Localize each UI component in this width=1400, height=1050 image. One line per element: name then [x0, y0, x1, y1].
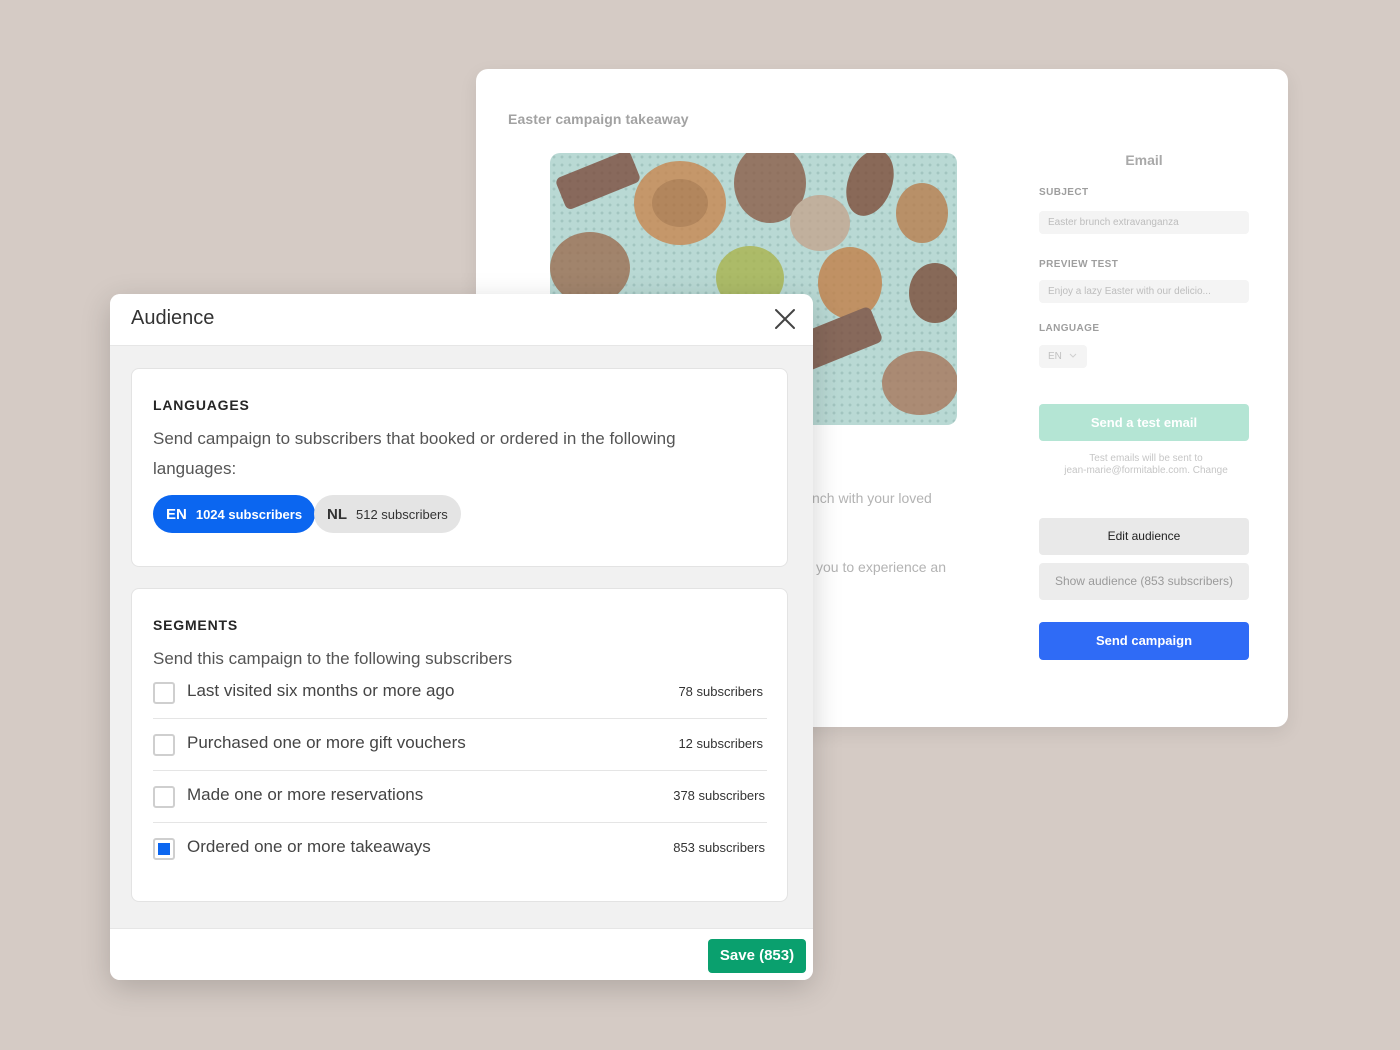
segment-row[interactable]: Purchased one or more gift vouchers 12 s…	[153, 719, 767, 771]
segment-count: 12 subscribers	[678, 736, 763, 751]
modal-footer: Save (853)	[110, 928, 813, 980]
email-body-line-2: you to experience an	[816, 559, 946, 575]
languages-heading: LANGUAGES	[153, 397, 250, 413]
close-icon	[775, 309, 795, 329]
subject-label: SUBJECT	[1039, 187, 1089, 198]
languages-panel: LANGUAGES Send campaign to subscribers t…	[131, 368, 788, 567]
segments-panel: SEGMENTS Send this campaign to the follo…	[131, 588, 788, 902]
language-pill-nl[interactable]: NL 512 subscribers	[314, 495, 461, 533]
segment-checkbox[interactable]	[153, 734, 175, 756]
save-button[interactable]: Save (853)	[708, 939, 806, 973]
segment-count: 853 subscribers	[673, 840, 765, 855]
segment-checkbox[interactable]	[153, 786, 175, 808]
segment-count: 78 subscribers	[678, 684, 763, 699]
language-count: 1024 subscribers	[195, 506, 303, 522]
segments-heading: SEGMENTS	[153, 617, 238, 633]
edit-audience-button[interactable]: Edit audience	[1039, 518, 1249, 555]
modal-title: Audience	[131, 307, 215, 329]
segment-label: Purchased one or more gift vouchers	[187, 733, 466, 752]
language-code: EN	[166, 505, 187, 523]
stage: Easter campaign takeaway nch with your l…	[0, 0, 1400, 1050]
segment-label: Ordered one or more takeaways	[187, 837, 431, 856]
segment-checkbox[interactable]	[153, 682, 175, 704]
language-label: LANGUAGE	[1039, 323, 1100, 334]
languages-description: Send campaign to subscribers that booked…	[153, 429, 676, 478]
test-note-line-2: jean-marie@formitable.com. Change	[1064, 465, 1228, 476]
email-heading: Email	[1125, 152, 1163, 168]
campaign-title: Easter campaign takeaway	[508, 111, 689, 127]
chevron-down-icon	[1069, 354, 1077, 359]
segment-label: Last visited six months or more ago	[187, 681, 455, 700]
send-test-email-button[interactable]: Send a test email	[1039, 404, 1249, 441]
preview-text-label: PREVIEW TEST	[1039, 259, 1119, 270]
show-audience-button[interactable]: Show audience (853 subscribers)	[1039, 563, 1249, 600]
send-campaign-button[interactable]: Send campaign	[1039, 622, 1249, 660]
close-button[interactable]	[774, 308, 796, 330]
segment-checkbox-checked[interactable]	[153, 838, 175, 860]
email-body-line-1: nch with your loved	[812, 490, 932, 506]
segment-label: Made one or more reservations	[187, 785, 424, 804]
preview-text-field[interactable]: Enjoy a lazy Easter with our delicio...	[1039, 280, 1249, 303]
audience-modal: Audience LANGUAGES Send campaign to subs…	[110, 294, 813, 980]
segment-row[interactable]: Last visited six months or more ago 78 s…	[153, 667, 767, 719]
test-email-note: Test emails will be sent to jean-marie@f…	[1039, 453, 1253, 477]
subject-field[interactable]: Easter brunch extravanganza	[1039, 211, 1249, 234]
language-count: 512 subscribers	[356, 506, 448, 522]
test-note-line-1: Test emails will be sent to	[1089, 453, 1203, 464]
segment-row[interactable]: Made one or more reservations 378 subscr…	[153, 771, 767, 823]
language-select-value: EN	[1048, 351, 1062, 362]
segment-count: 378 subscribers	[673, 788, 765, 803]
language-pill-en[interactable]: EN 1024 subscribers	[153, 495, 316, 533]
modal-header: Audience	[110, 294, 813, 346]
language-select[interactable]: EN	[1039, 345, 1087, 368]
language-code: NL	[327, 505, 347, 523]
segment-row[interactable]: Ordered one or more takeaways 853 subscr…	[153, 823, 767, 875]
